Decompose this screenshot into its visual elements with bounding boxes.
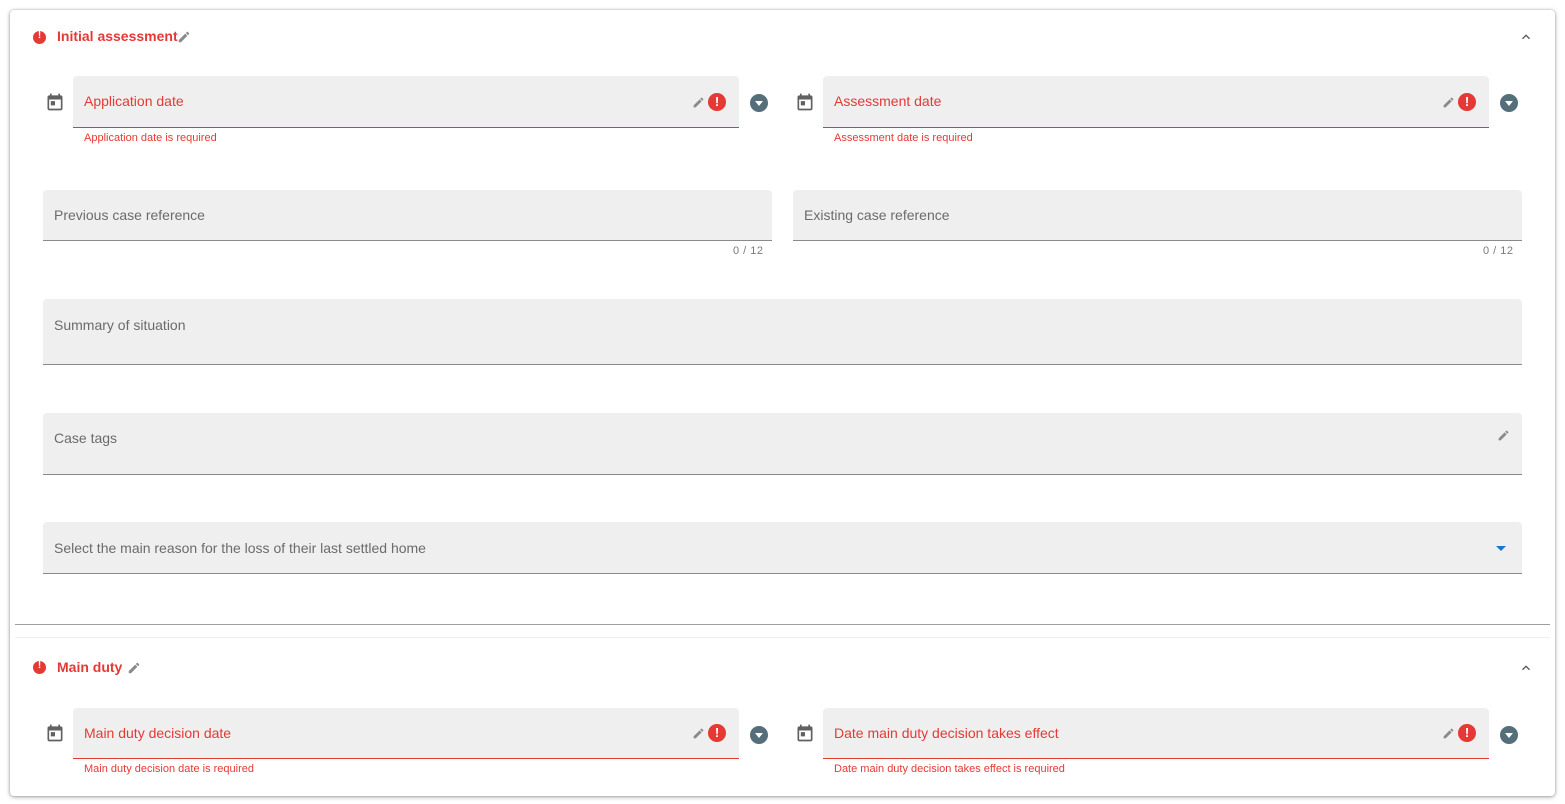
previous-case-reference-input[interactable]: Previous case reference <box>43 190 772 241</box>
summary-textarea[interactable]: Summary of situation <box>43 299 1522 365</box>
section-divider <box>15 637 1550 638</box>
section-header-initial-assessment[interactable]: Initial assessment <box>10 22 1555 52</box>
error-icon <box>33 30 46 44</box>
pencil-icon[interactable] <box>177 30 191 44</box>
error-icon <box>708 724 726 742</box>
error-message: Assessment date is required <box>834 132 973 144</box>
form-card: Initial assessment Application date Appl… <box>10 10 1555 796</box>
calendar-icon[interactable] <box>45 92 65 112</box>
error-message: Date main duty decision takes effect is … <box>834 763 1065 775</box>
calendar-icon[interactable] <box>795 92 815 112</box>
field-label: Date main duty decision takes effect <box>834 725 1059 741</box>
field-label: Assessment date <box>834 93 942 109</box>
dropdown-arrow-icon[interactable] <box>1496 546 1506 551</box>
pencil-icon[interactable] <box>127 661 141 675</box>
field-label: Select the main reason for the loss of t… <box>54 540 426 556</box>
char-counter: 0 / 12 <box>1483 245 1514 257</box>
error-icon <box>33 660 46 674</box>
section-title: Initial assessment <box>57 28 178 44</box>
main-duty-decision-date-field[interactable]: Main duty decision date <box>73 708 739 759</box>
dropdown-circle-icon[interactable] <box>1500 726 1518 744</box>
dropdown-circle-icon[interactable] <box>750 726 768 744</box>
section-header-main-duty[interactable]: Main duty <box>10 654 1555 684</box>
main-reason-select[interactable]: Select the main reason for the loss of t… <box>43 522 1522 574</box>
pencil-icon[interactable] <box>692 727 705 740</box>
pencil-icon[interactable] <box>1442 96 1455 109</box>
char-counter: 0 / 12 <box>733 245 764 257</box>
error-message: Main duty decision date is required <box>84 763 254 775</box>
error-icon <box>1458 93 1476 111</box>
field-label: Case tags <box>54 430 118 446</box>
application-date-field[interactable]: Application date <box>73 76 739 128</box>
calendar-icon[interactable] <box>795 723 815 743</box>
field-label: Main duty decision date <box>84 725 232 741</box>
error-icon <box>708 93 726 111</box>
pencil-icon[interactable] <box>692 96 705 109</box>
existing-case-reference-input[interactable]: Existing case reference <box>793 190 1522 241</box>
assessment-date-field[interactable]: Assessment date <box>823 76 1489 128</box>
pencil-icon[interactable] <box>1497 429 1510 442</box>
field-label: Previous case reference <box>54 207 205 223</box>
pencil-icon[interactable] <box>1442 727 1455 740</box>
dropdown-circle-icon[interactable] <box>1500 94 1518 112</box>
error-message: Application date is required <box>84 132 217 144</box>
field-label: Application date <box>84 93 184 109</box>
dropdown-circle-icon[interactable] <box>750 94 768 112</box>
section-divider <box>15 624 1550 625</box>
decision-effect-date-field[interactable]: Date main duty decision takes effect <box>823 708 1489 759</box>
field-label: Summary of situation <box>54 317 186 333</box>
section-title: Main duty <box>57 659 123 675</box>
error-icon <box>1458 724 1476 742</box>
calendar-icon[interactable] <box>45 723 65 743</box>
field-label: Existing case reference <box>804 207 950 223</box>
chevron-up-icon[interactable] <box>1519 661 1533 675</box>
chevron-up-icon[interactable] <box>1519 30 1533 44</box>
case-tags-input[interactable]: Case tags <box>43 413 1522 475</box>
